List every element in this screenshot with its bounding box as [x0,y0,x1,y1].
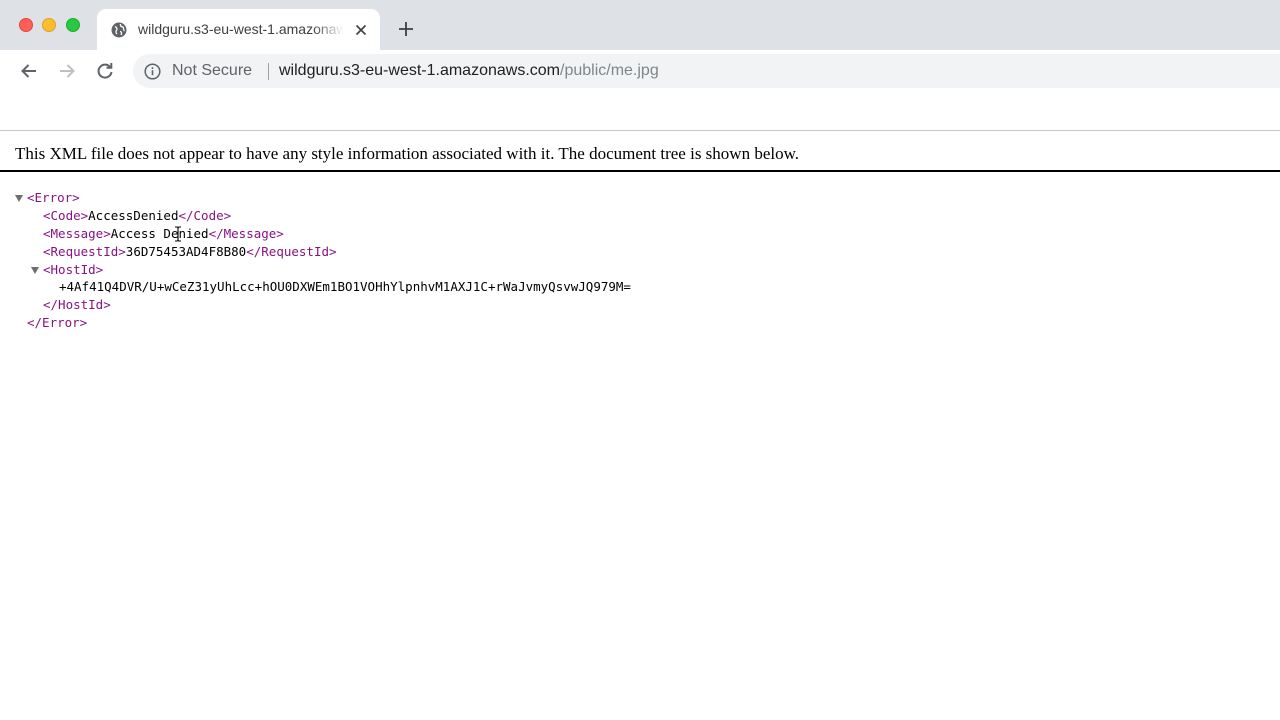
xml-text: +4Af41Q4DVR/U+wCeZ31yUhLcc+hOU0DXWEm1BO1… [59,279,631,294]
xml-tag: <Error> [27,190,80,205]
text-cursor-icon [175,226,181,242]
xml-line-code: <Code>AccessDenied</Code> [43,207,231,225]
url-path: /public/me.jpg [560,62,659,79]
window-close-button[interactable] [19,18,33,32]
address-bar[interactable]: Not Secure wildguru.s3-eu-west-1.amazona… [133,54,1280,88]
xml-tag: </Error> [27,315,88,330]
reload-icon[interactable] [95,61,115,81]
tab-title: wildguru.s3-eu-west-1.amazonaws.com/publ… [138,21,344,37]
xml-notice-banner: This XML file does not appear to have an… [0,131,1280,172]
arrow-right-icon[interactable] [57,61,77,81]
xml-line-hostid-value: +4Af41Q4DVR/U+wCeZ31yUhLcc+hOU0DXWEm1BO1… [59,278,631,296]
xml-line-requestid: <RequestId>36D75453AD4F8B80</RequestId> [43,243,337,261]
xml-text: Access Denied [110,226,209,241]
xml-line-hostid-close: </HostId> [43,296,111,314]
window-minimize-button[interactable] [42,18,56,32]
url-host: wildguru.s3-eu-west-1.amazonaws.com [279,62,560,79]
xml-tag: <Message> [43,226,111,241]
active-tab[interactable]: wildguru.s3-eu-west-1.amazonaws.com/publ… [97,9,380,50]
xml-text: AccessDenied [88,208,179,223]
xml-tag: <Code> [43,208,89,223]
xml-tag: <HostId> [43,262,104,277]
info-icon[interactable] [144,63,161,80]
xml-line-error-open: <Error> [27,189,80,207]
xml-tag: </HostId> [43,297,111,312]
omnibox-divider [268,63,269,80]
xml-line-hostid-open: <HostId> [43,261,103,279]
url-text[interactable]: wildguru.s3-eu-west-1.amazonaws.com/publ… [279,62,659,80]
xml-tag: </Message> [208,226,284,241]
collapse-arrow-icon[interactable] [15,195,23,202]
xml-tag: <RequestId> [43,244,126,259]
xml-tag: </RequestId> [246,244,337,259]
collapse-arrow-icon[interactable] [31,267,39,274]
xml-text: 36D75453AD4F8B80 [125,244,247,259]
xml-line-error-close: </Error> [27,314,87,332]
window-maximize-button[interactable] [66,18,80,32]
close-icon[interactable] [353,22,369,38]
plus-icon[interactable] [397,20,415,38]
xml-notice-text: This XML file does not appear to have an… [15,144,800,163]
security-label[interactable]: Not Secure [172,62,252,80]
xml-tag: </Code> [178,208,232,223]
toolbar-spacer [0,92,1280,130]
browser-toolbar: Not Secure wildguru.s3-eu-west-1.amazona… [0,50,1280,92]
arrow-left-icon[interactable] [19,61,39,81]
tab-strip: wildguru.s3-eu-west-1.amazonaws.com/publ… [0,0,1280,50]
globe-icon [111,22,127,38]
xml-line-message: <Message>Access Denied</Message> [43,225,284,243]
